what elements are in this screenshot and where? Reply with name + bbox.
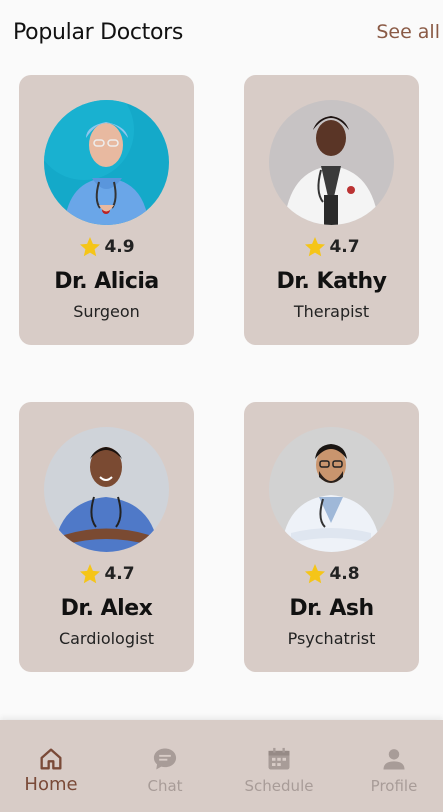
calendar-icon — [268, 747, 290, 770]
section-title: Popular Doctors — [13, 20, 184, 45]
nav-label: Chat — [147, 777, 183, 795]
rating-value: 4.7 — [104, 564, 135, 584]
rating-value: 4.7 — [329, 237, 360, 257]
doctor-avatar — [44, 427, 169, 552]
doctor-name: Dr. Kathy — [276, 269, 387, 294]
nav-item-profile[interactable]: Profile — [339, 720, 443, 812]
nav-item-home[interactable]: Home — [0, 720, 106, 812]
rating: 4.8 — [244, 562, 419, 586]
star-icon — [80, 564, 101, 584]
chat-icon — [153, 748, 177, 770]
doctor-avatar — [269, 100, 394, 225]
doctor-specialty: Surgeon — [73, 302, 140, 321]
rating: 4.9 — [19, 235, 194, 259]
doctor-avatar — [269, 427, 394, 552]
nav-label: Profile — [370, 777, 418, 795]
doctor-specialty: Cardiologist — [58, 629, 155, 648]
person-icon — [383, 749, 405, 770]
rating: 4.7 — [244, 235, 419, 259]
doctor-specialty: Psychatrist — [287, 629, 376, 648]
rating-value: 4.8 — [329, 564, 360, 584]
nav-label: Schedule — [244, 777, 314, 795]
nav-item-schedule[interactable]: Schedule — [224, 720, 334, 812]
nav-label: Home — [24, 774, 78, 795]
doctor-card[interactable]: 4.8 Dr. Ash Psychatrist — [244, 402, 419, 672]
doctor-card[interactable]: 4.7 Dr. Kathy Therapist — [244, 75, 419, 345]
doctor-card[interactable]: 4.7 Dr. Alex Cardiologist — [19, 402, 194, 672]
see-all-link[interactable]: See all — [376, 21, 440, 43]
star-icon — [305, 564, 326, 584]
home-icon — [40, 748, 62, 770]
star-icon — [80, 237, 101, 257]
bottom-navigation: Home Chat Schedule Profile — [0, 720, 443, 812]
doctor-name: Dr. Alex — [60, 596, 153, 621]
doctor-card[interactable]: 4.9 Dr. Alicia Surgeon — [19, 75, 194, 345]
rating: 4.7 — [19, 562, 194, 586]
star-icon — [305, 237, 326, 257]
section-header: Popular Doctors See all — [13, 18, 440, 52]
doctor-avatar — [44, 100, 169, 225]
nav-item-chat[interactable]: Chat — [110, 720, 220, 812]
doctor-name: Dr. Alicia — [54, 269, 159, 294]
rating-value: 4.9 — [104, 237, 135, 257]
doctor-specialty: Therapist — [293, 302, 370, 321]
doctor-name: Dr. Ash — [289, 596, 374, 621]
